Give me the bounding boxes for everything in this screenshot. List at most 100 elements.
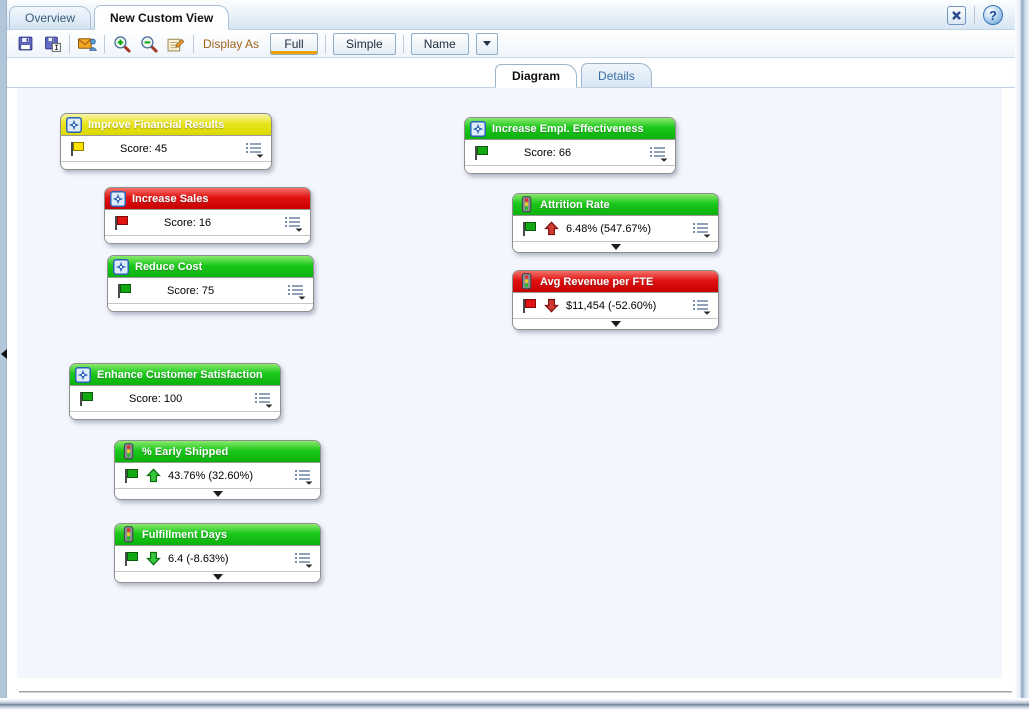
card-menu-icon[interactable] [691,221,713,238]
card-header: Attrition Rate [513,194,718,216]
zoom-out-button[interactable] [139,34,159,54]
objective-icon [75,367,91,383]
card-header: Reduce Cost [108,256,313,278]
separator [974,6,975,24]
card-menu-icon[interactable] [648,145,670,162]
kpi-traffic-light-icon [518,274,534,290]
expand-arrow-icon[interactable] [213,491,223,497]
card-menu-icon[interactable] [253,391,275,408]
tab-strip-actions: ? [947,5,1003,25]
scorecard-node[interactable]: Enhance Customer Satisfaction Score: 100 [69,363,281,420]
card-body: Score: 66 [465,140,675,166]
card-menu-icon[interactable] [244,141,266,158]
card-body: Score: 45 [61,136,271,162]
card-value: 6.48% (547.67%) [566,223,651,235]
display-mode-full-button[interactable]: Full [270,33,318,55]
display-as-label: Display As [203,37,259,51]
email-contact-icon [78,35,97,52]
tab-diagram[interactable]: Diagram [495,64,577,88]
expand-arrow-icon[interactable] [611,244,621,250]
card-value: 43.76% (32.60%) [168,470,253,482]
status-flag-icon [123,468,139,484]
zoom-in-button[interactable] [112,34,132,54]
edit-properties-button[interactable] [166,34,186,54]
kpi-traffic-light-icon [120,527,136,543]
card-title: Fulfillment Days [142,529,227,541]
display-mode-dropdown-button[interactable] [476,33,498,55]
email-contact-button[interactable] [77,34,97,54]
scorecard-node[interactable]: % Early Shipped 43.76% (32.60%) [114,440,321,500]
card-title: Increase Empl. Effectiveness [492,123,644,135]
tab-new-custom-view-label: New Custom View [110,11,213,25]
edit-properties-icon [167,35,185,52]
card-menu-icon[interactable] [293,468,315,485]
scorecard-node[interactable]: Attrition Rate 6.48% (547.67%) [512,193,719,253]
scorecard-node[interactable]: Reduce Cost Score: 75 [107,255,314,312]
card-footer [70,412,280,419]
card-body: Score: 16 [105,210,310,236]
diagram-canvas[interactable]: Improve Financial Results Score: 45 In [17,88,1002,678]
help-button[interactable]: ? [983,5,1003,25]
card-menu-icon[interactable] [283,215,305,232]
card-body: 6.4 (-8.63%) [115,546,320,572]
tab-details-label: Details [598,69,635,83]
scorecard-node[interactable]: Fulfillment Days 6.4 (-8.63%) [114,523,321,583]
objective-icon [113,259,129,275]
help-icon: ? [989,9,997,22]
save-icon [17,35,34,52]
tab-details[interactable]: Details [581,63,652,87]
panel-collapse-arrow-icon[interactable] [0,345,8,361]
display-mode-name-button[interactable]: Name [411,33,469,55]
trend-arrow-icon [146,468,161,483]
close-icon [950,9,963,22]
content-area: Diagram Details Improve Financial Result… [7,58,1015,698]
card-header: % Early Shipped [115,441,320,463]
objective-icon [110,191,126,207]
expand-arrow-icon[interactable] [213,574,223,580]
trend-arrow-icon [146,551,161,566]
objective-icon [470,121,486,137]
trend-arrow-icon [544,298,559,313]
save-as-button[interactable] [42,34,62,54]
application-window: Overview New Custom View ? [0,0,1029,710]
card-header: Enhance Customer Satisfaction [70,364,280,386]
kpi-traffic-light-icon [518,197,534,213]
card-title: Increase Sales [132,193,208,205]
card-footer [465,166,675,173]
card-footer [115,489,320,499]
scorecard-node[interactable]: Increase Sales Score: 16 [104,187,311,244]
status-flag-icon [69,141,85,157]
status-flag-icon [123,551,139,567]
card-menu-icon[interactable] [293,551,315,568]
window-tab-strip: Overview New Custom View ? [7,0,1015,30]
card-footer [513,319,718,329]
scorecard-node[interactable]: Improve Financial Results Score: 45 [60,113,272,170]
separator [325,35,326,53]
card-value: $11,454 (-52.60%) [566,300,656,312]
display-mode-simple-button[interactable]: Simple [333,33,396,55]
separator [193,35,194,53]
card-header: Fulfillment Days [115,524,320,546]
card-menu-icon[interactable] [691,298,713,315]
save-button[interactable] [15,34,35,54]
tab-overview[interactable]: Overview [9,6,91,29]
card-menu-icon[interactable] [286,283,308,300]
chevron-down-icon [483,41,491,46]
trend-arrow-icon [544,221,559,236]
zoom-out-icon [140,35,158,53]
close-button[interactable] [947,6,966,25]
expand-arrow-icon[interactable] [611,321,621,327]
toolbar: Display As Full Simple Name [7,30,1015,58]
card-body: 6.48% (547.67%) [513,216,718,242]
card-value: Score: 75 [167,285,214,297]
card-footer [61,162,271,169]
status-flag-icon [521,221,537,237]
scorecard-node[interactable]: Avg Revenue per FTE $11,454 (-52.60%) [512,270,719,330]
tab-new-custom-view[interactable]: New Custom View [94,5,229,30]
footer-divider [19,691,1012,693]
card-value: Score: 16 [164,217,211,229]
view-tab-bar: Diagram Details [7,60,1015,88]
card-body: $11,454 (-52.60%) [513,293,718,319]
status-flag-icon [521,298,537,314]
scorecard-node[interactable]: Increase Empl. Effectiveness Score: 66 [464,117,676,174]
